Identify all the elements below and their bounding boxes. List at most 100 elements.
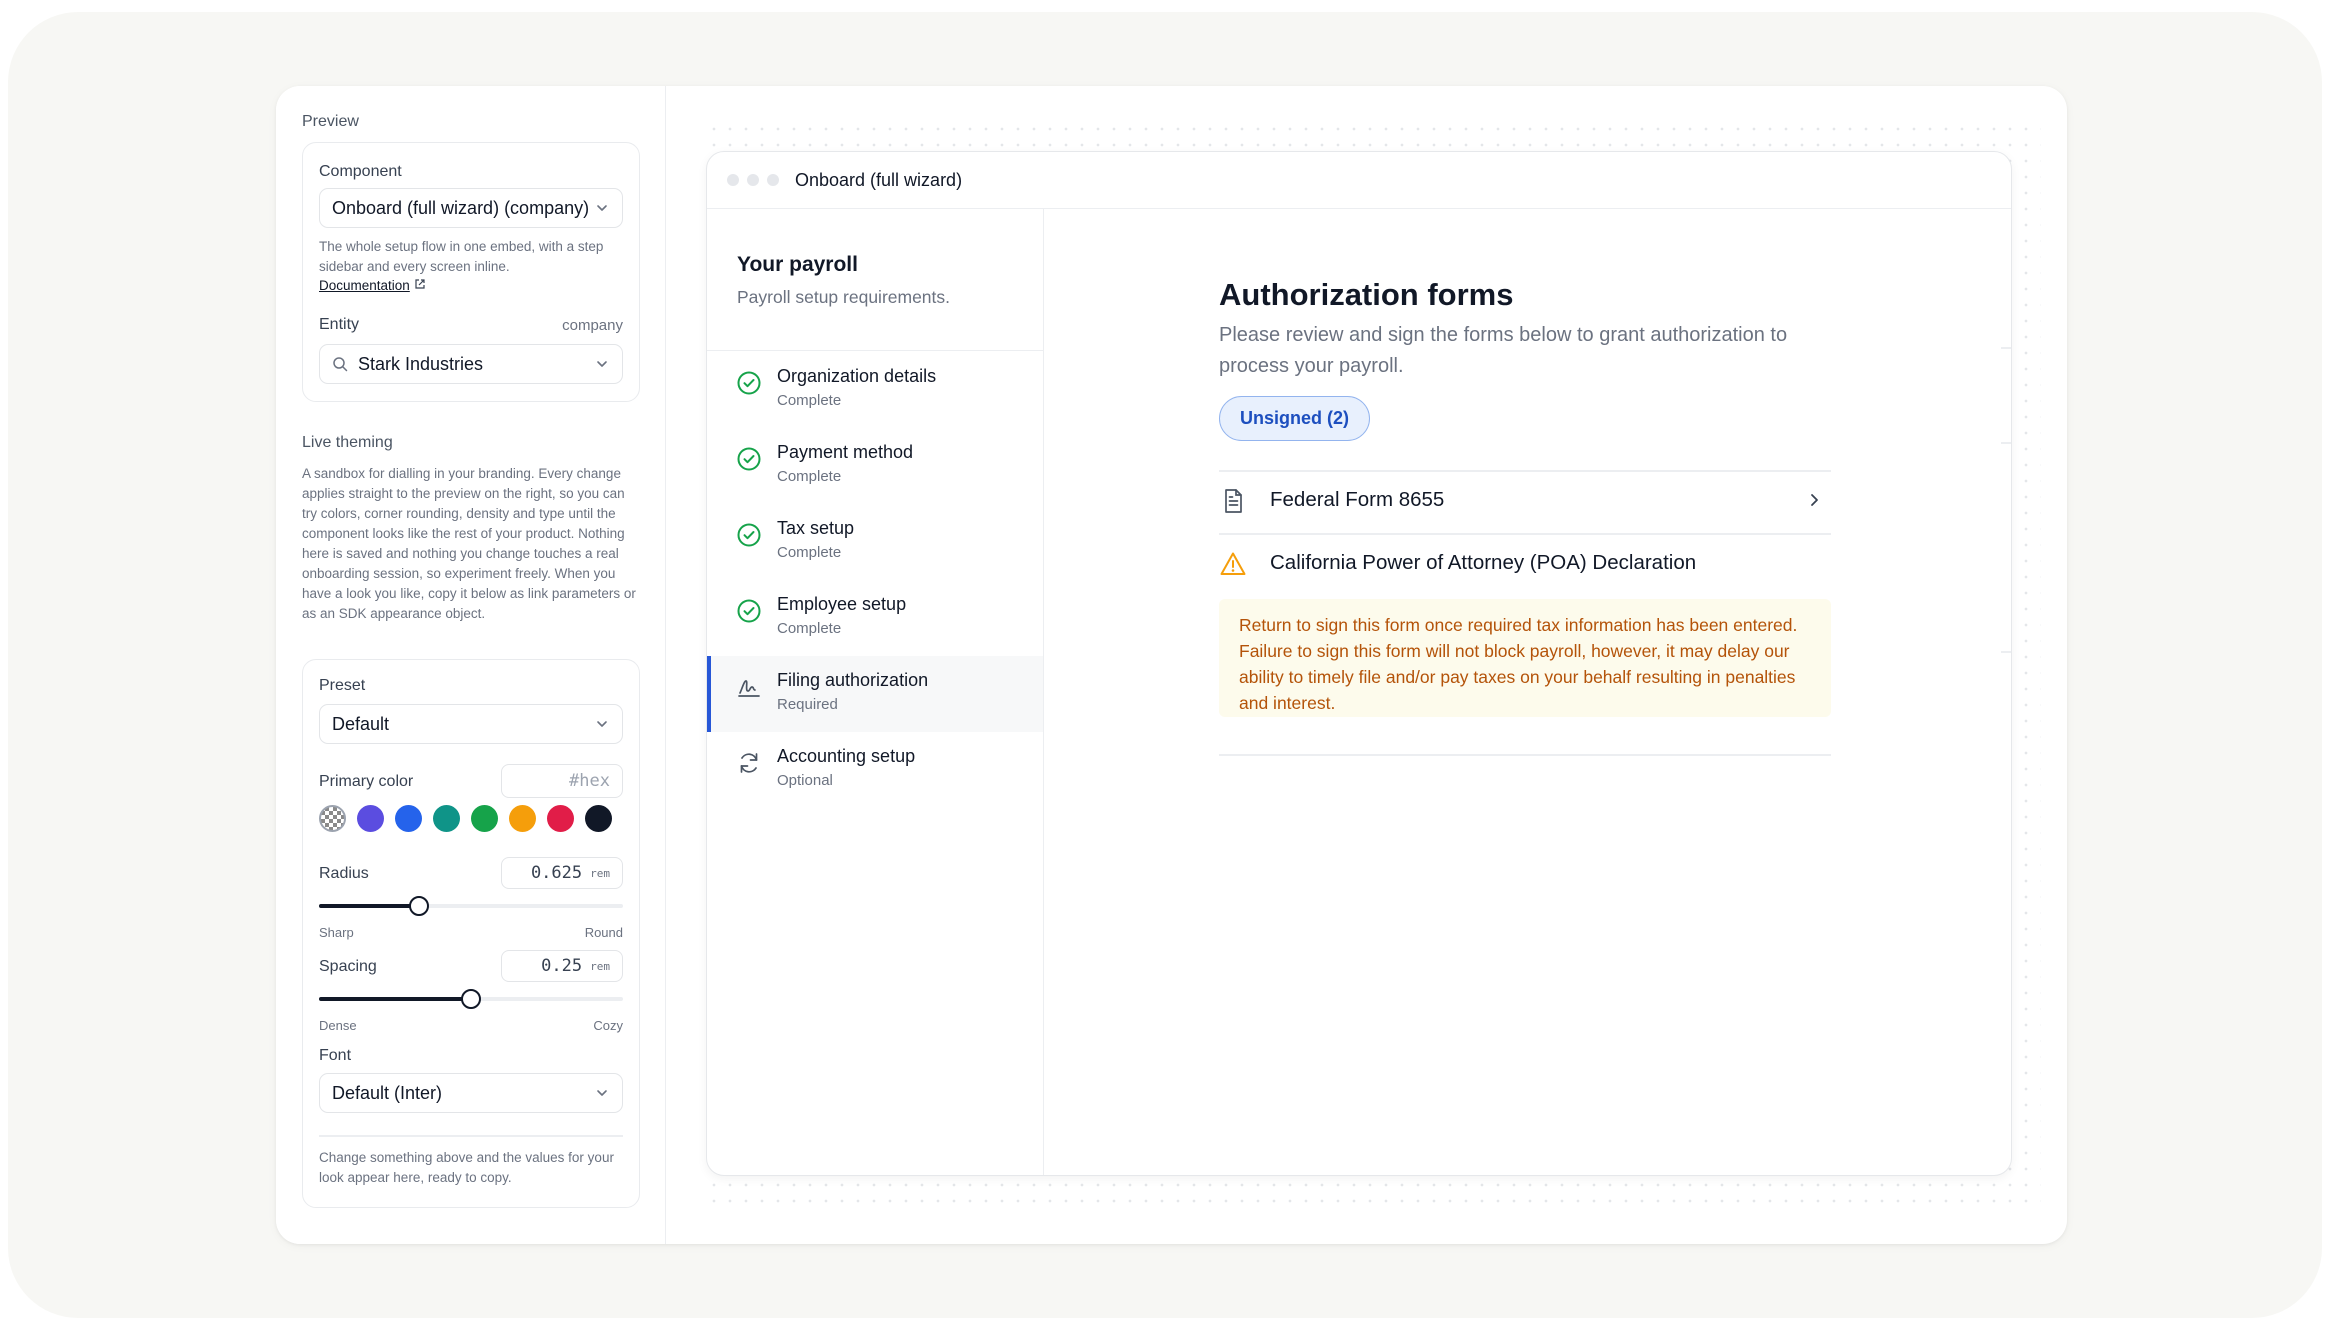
hex-placeholder: #hex: [569, 771, 610, 791]
step-payment-method[interactable]: Payment method Complete: [707, 428, 1043, 504]
radius-unit: rem: [590, 866, 610, 880]
step-name: Filing authorization: [777, 670, 929, 690]
app-card: Preview Component Onboard (full wizard) …: [276, 86, 2067, 1244]
step-organization-details[interactable]: Organization details Complete: [707, 352, 1043, 428]
spacing-value: 0.25: [541, 956, 583, 976]
theming-card: Preset Default Primary color #hex Radius…: [302, 659, 640, 1208]
external-link-icon: [415, 279, 425, 289]
color-swatch[interactable]: [547, 805, 574, 832]
wizard-main: Authorization forms Please review and si…: [1044, 209, 2011, 1175]
documentation-link[interactable]: Documentation: [319, 278, 410, 293]
spacing-unit: rem: [590, 959, 610, 973]
chevron-down-icon: [597, 1090, 607, 1096]
spacing-min-label: Dense: [319, 1018, 357, 1033]
spacing-input[interactable]: 0.25 rem: [501, 950, 623, 982]
wizard-sidebar: Your payroll Payroll setup requirements.…: [707, 209, 1044, 1175]
warning-icon: [1220, 552, 1246, 575]
chevron-right-icon: [1811, 494, 1818, 506]
check-circle-icon: [737, 371, 761, 395]
slider-fill: [319, 904, 420, 908]
step-name: Accounting setup: [777, 746, 916, 766]
color-swatch[interactable]: [509, 805, 536, 832]
divider: [2001, 347, 2011, 349]
divider: [2001, 442, 2011, 444]
step-status: Complete: [777, 392, 842, 409]
slider-thumb[interactable]: [461, 989, 481, 1009]
entity-select[interactable]: Stark Industries: [319, 344, 623, 384]
entity-type-hint: company: [562, 317, 623, 334]
window-dot: [767, 174, 779, 186]
preset-select-value: Default: [332, 713, 390, 734]
wizard-subtitle: Payroll setup requirements.: [737, 287, 951, 307]
radius-label: Radius: [319, 865, 369, 882]
step-status: Complete: [777, 544, 842, 561]
preview-section-label: Preview: [302, 113, 359, 130]
radius-value: 0.625: [530, 863, 583, 883]
font-select[interactable]: Default (Inter): [319, 1073, 623, 1113]
entity-select-value: Stark Industries: [358, 353, 484, 374]
entity-label: Entity: [319, 316, 360, 333]
form-name: Federal Form 8655: [1270, 488, 1445, 511]
form-row-california-poa[interactable]: California Power of Attorney (POA) Decla…: [1219, 534, 1831, 594]
window-titlebar: Onboard (full wizard): [707, 152, 2011, 209]
color-swatches: [319, 805, 612, 832]
font-select-value: Default (Inter): [332, 1082, 443, 1103]
spacing-max-label: Cozy: [593, 1018, 623, 1033]
search-icon: [333, 357, 348, 372]
step-name: Organization details: [777, 366, 937, 386]
radius-min-label: Sharp: [319, 925, 354, 940]
step-name: Payment method: [777, 442, 914, 462]
step-accounting-setup[interactable]: Accounting setup Optional: [707, 732, 1043, 808]
color-swatch[interactable]: [471, 805, 498, 832]
color-swatch[interactable]: [585, 805, 612, 832]
step-name: Tax setup: [777, 518, 855, 538]
component-select-value: Onboard (full wizard) (company): [332, 197, 588, 218]
divider: [2001, 651, 2011, 653]
preset-select[interactable]: Default: [319, 704, 623, 744]
color-swatch[interactable]: [357, 805, 384, 832]
component-select[interactable]: Onboard (full wizard) (company): [319, 188, 623, 228]
component-help: The whole setup flow in one embed, with …: [319, 237, 619, 295]
no-color-swatch[interactable]: [319, 805, 346, 832]
warning-message: Return to sign this form once required t…: [1219, 599, 1831, 717]
radius-slider[interactable]: [319, 896, 623, 916]
step-status: Complete: [777, 468, 842, 485]
step-status: Required: [777, 696, 838, 713]
slider-thumb[interactable]: [409, 896, 430, 916]
font-label: Font: [319, 1047, 352, 1064]
divider: [319, 1135, 623, 1137]
form-row-federal-8655[interactable]: Federal Form 8655: [1219, 471, 1831, 531]
chevron-down-icon: [597, 205, 607, 211]
window-dot: [747, 174, 759, 186]
preview-window: Onboard (full wizard) Your payroll Payro…: [706, 151, 2012, 1176]
chevron-down-icon: [597, 361, 607, 367]
control-panel: Preview Component Onboard (full wizard) …: [276, 86, 666, 1244]
theming-footer-note: Change something above and the values fo…: [319, 1150, 614, 1185]
wizard-sidebar-header: Your payroll Payroll setup requirements.: [707, 209, 1043, 351]
step-employee-setup[interactable]: Employee setup Complete: [707, 580, 1043, 656]
preview-settings-card: Component Onboard (full wizard) (company…: [302, 142, 640, 402]
radius-input[interactable]: 0.625 rem: [501, 857, 623, 889]
document-icon: [1225, 489, 1242, 513]
spacing-slider[interactable]: [319, 989, 623, 1009]
hex-color-input[interactable]: #hex: [501, 764, 623, 798]
step-filing-authorization[interactable]: Filing authorization Required: [707, 656, 1043, 732]
live-theming-description: A sandbox for dialling in your branding.…: [302, 466, 636, 621]
preset-label: Preset: [319, 677, 366, 694]
unsigned-filter-pill[interactable]: Unsigned (2): [1219, 396, 1371, 441]
color-swatch[interactable]: [395, 805, 422, 832]
color-swatch[interactable]: [433, 805, 460, 832]
wizard-title: Your payroll: [737, 253, 858, 276]
component-label: Component: [319, 163, 402, 180]
primary-color-label: Primary color: [319, 773, 414, 790]
chevron-down-icon: [597, 721, 607, 727]
page-title: Authorization forms: [1219, 277, 1514, 312]
refresh-icon: [740, 753, 758, 773]
page-description: Please review and sign the forms below t…: [1219, 324, 1788, 377]
check-circle-icon: [737, 447, 761, 471]
spacing-label: Spacing: [319, 958, 377, 975]
component-description: The whole setup flow in one embed, with …: [319, 239, 604, 274]
step-tax-setup[interactable]: Tax setup Complete: [707, 504, 1043, 580]
form-name: California Power of Attorney (POA) Decla…: [1270, 551, 1697, 574]
slider-fill: [319, 997, 471, 1001]
